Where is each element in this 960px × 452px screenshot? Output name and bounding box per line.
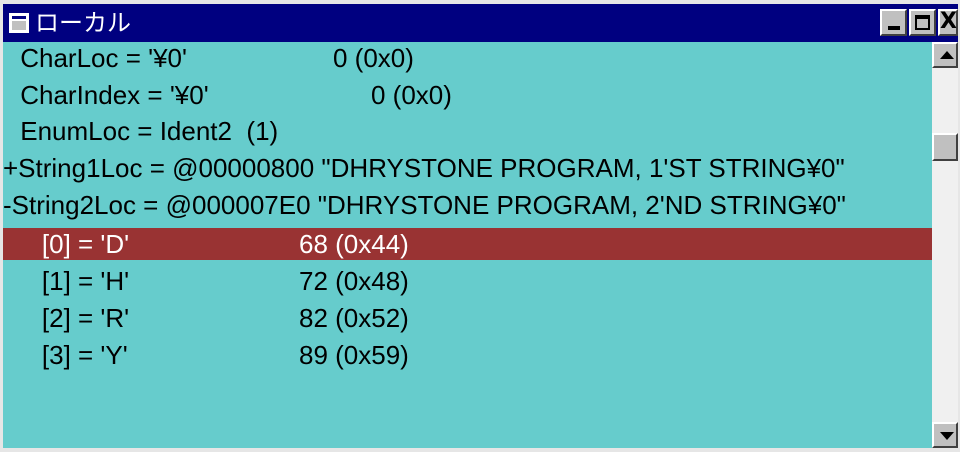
window-icon[interactable] xyxy=(9,13,29,33)
variable-value: 72 (0x48) xyxy=(299,266,409,296)
variable-expression: CharLoc = '¥0' xyxy=(13,43,187,73)
arrow-down-icon xyxy=(940,432,954,440)
variable-value: 82 (0x52) xyxy=(299,303,409,333)
list-item-selected[interactable]: [0] = 'D' 68 (0x44) xyxy=(3,228,932,260)
window-controls: X xyxy=(880,9,958,36)
variable-expression: -String2Loc = @000007E0 "DHRYSTONE PROGR… xyxy=(3,190,846,220)
maximize-button[interactable] xyxy=(909,9,936,36)
scroll-down-button[interactable] xyxy=(932,422,958,448)
variable-value: 0 (0x0) xyxy=(333,43,414,73)
variable-expression: +String1Loc = @00000800 "DHRYSTONE PROGR… xyxy=(3,153,845,183)
list-item[interactable]: [1] = 'H' 72 (0x48) xyxy=(3,265,932,297)
list-item[interactable]: -String2Loc = @000007E0 "DHRYSTONE PROGR… xyxy=(3,189,932,221)
variable-value: 68 (0x44) xyxy=(299,229,409,259)
list-item[interactable]: CharLoc = '¥0' 0 (0x0) xyxy=(3,42,932,74)
variable-value: 89 (0x59) xyxy=(299,340,409,370)
variable-expression: CharIndex = '¥0' xyxy=(13,80,209,110)
list-item[interactable]: CharIndex = '¥0' 0 (0x0) xyxy=(3,79,932,111)
variable-expression: [3] = 'Y' xyxy=(13,340,128,370)
vertical-scrollbar[interactable] xyxy=(932,42,958,448)
title-bar[interactable]: ローカル X xyxy=(3,4,958,42)
list-item[interactable]: [3] = 'Y' 89 (0x59) xyxy=(3,339,932,371)
window-title: ローカル xyxy=(35,9,131,37)
list-item[interactable]: [2] = 'R' 82 (0x52) xyxy=(3,302,932,334)
variables-list[interactable]: CharLoc = '¥0' 0 (0x0) CharIndex = '¥0' … xyxy=(3,42,932,448)
variable-value: 0 (0x0) xyxy=(371,80,452,110)
variable-expression: [0] = 'D' xyxy=(13,229,130,259)
close-button[interactable]: X xyxy=(938,9,958,36)
locals-window: ローカル X CharLoc = '¥0' 0 (0x0) CharIndex … xyxy=(0,0,960,452)
scroll-up-button[interactable] xyxy=(932,42,958,68)
list-item[interactable]: EnumLoc = Ident2 (1) xyxy=(3,115,932,147)
variable-expression: [1] = 'H' xyxy=(13,266,130,296)
scrollbar-thumb[interactable] xyxy=(932,133,958,161)
list-item[interactable]: +String1Loc = @00000800 "DHRYSTONE PROGR… xyxy=(3,152,932,184)
minimize-button[interactable] xyxy=(880,9,907,36)
arrow-up-icon xyxy=(940,51,954,59)
variable-expression: [2] = 'R' xyxy=(13,303,130,333)
variable-expression: EnumLoc = Ident2 (1) xyxy=(13,116,279,146)
